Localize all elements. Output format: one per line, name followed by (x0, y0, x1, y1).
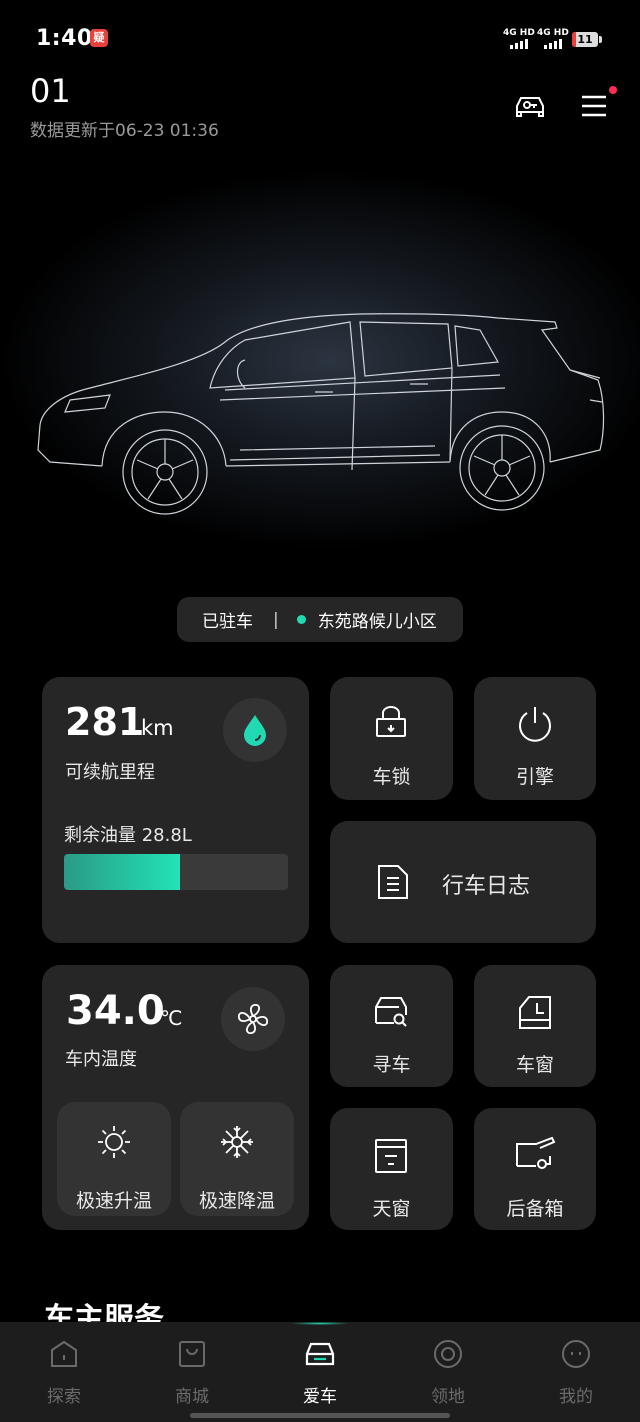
trip-log-button[interactable]: 行车日志 (330, 821, 596, 943)
trunk-button[interactable]: 后备箱 (474, 1108, 596, 1230)
battery-indicator: 11 (572, 32, 602, 47)
active-indicator (290, 1322, 350, 1325)
fuel-button[interactable] (223, 698, 287, 762)
range-label: 可续航里程 (65, 762, 155, 783)
window-button[interactable]: 车窗 (474, 965, 596, 1087)
profile-icon (562, 1340, 590, 1368)
sunroof-label: 天窗 (372, 1198, 411, 1220)
engine-button[interactable]: 引擎 (474, 677, 596, 800)
cabin-temperature-label: 车内温度 (65, 1049, 137, 1070)
fast-cool-label: 极速降温 (198, 1190, 275, 1212)
parking-status: 已驻车 (202, 612, 253, 632)
update-timestamp: 数据更新于06-23 01:36 (30, 121, 219, 141)
sun-icon (98, 1126, 130, 1158)
trunk-icon (516, 1136, 556, 1169)
nav-label-shop: 商城 (175, 1387, 209, 1407)
nav-item-profile[interactable]: 我的 (512, 1322, 640, 1422)
nav-item-shop[interactable]: 商城 (128, 1322, 256, 1422)
location-dot-icon (296, 615, 306, 624)
find-car-button[interactable]: 寻车 (330, 965, 453, 1087)
notification-dot (609, 86, 617, 94)
home-indicator[interactable] (190, 1413, 450, 1418)
document-icon (378, 865, 408, 899)
nav-label-profile: 我的 (559, 1387, 593, 1407)
network-signal-1: 4G HD (503, 28, 535, 49)
fuel-drop-icon (244, 715, 266, 746)
fuel-remaining-label: 剩余油量 28.8L (64, 825, 192, 846)
parking-location: 东苑路候儿小区 (317, 612, 437, 632)
nav-label-car: 爱车 (303, 1387, 337, 1407)
network-label-1: 4G HD (503, 28, 535, 38)
window-label: 车窗 (515, 1054, 554, 1076)
fuel-progress-fill (64, 854, 181, 890)
nav-item-car[interactable]: 爱车 (256, 1322, 384, 1422)
trunk-label: 后备箱 (506, 1198, 564, 1220)
menu-button[interactable] (574, 86, 614, 126)
bottom-navigation: 探索 商城 爱车 领地 我的 (0, 1322, 640, 1422)
nav-item-explore[interactable]: 探索 (0, 1322, 128, 1422)
nav-item-territory[interactable]: 领地 (384, 1322, 512, 1422)
trip-log-label: 行车日志 (442, 874, 531, 899)
network-label-2: 4G HD (537, 28, 569, 38)
lock-icon (376, 706, 406, 737)
menu-icon (582, 95, 606, 117)
network-signal-2: 4G HD (537, 28, 569, 49)
car-key-icon (516, 97, 544, 117)
sunroof-button[interactable]: 天窗 (330, 1108, 453, 1230)
car-icon (305, 1342, 335, 1366)
app-notification-icon: 疑 (90, 29, 108, 47)
signal-bars-icon (537, 39, 569, 49)
fan-icon (237, 1003, 269, 1035)
temperature-unit: ℃ (160, 1006, 183, 1030)
chip-separator: | (273, 609, 279, 630)
shop-icon (179, 1341, 205, 1367)
car-illustration (37, 313, 605, 515)
nav-label-territory: 领地 (431, 1387, 465, 1407)
fan-button[interactable] (221, 987, 285, 1051)
signal-bars-icon (503, 39, 535, 49)
range-value: 281 (65, 700, 145, 744)
find-car-label: 寻车 (372, 1054, 411, 1076)
fuel-progress-bar (64, 854, 288, 890)
sunroof-icon (375, 1139, 407, 1173)
range-unit: km (141, 716, 174, 740)
battery-level: 11 (577, 33, 593, 46)
window-icon (519, 996, 551, 1029)
explore-icon (51, 1340, 77, 1367)
territory-icon (434, 1340, 462, 1368)
fast-heat-label: 极速升温 (75, 1190, 152, 1212)
snowflake-icon (221, 1126, 253, 1158)
power-icon (519, 707, 551, 742)
parking-status-chip[interactable]: 已驻车 | 东苑路候儿小区 (177, 597, 463, 642)
fast-cool-button[interactable]: 极速降温 (180, 1102, 294, 1216)
lock-button[interactable]: 车锁 (330, 677, 453, 800)
car-name[interactable]: 01 (30, 72, 71, 110)
find-car-icon (375, 997, 407, 1027)
fast-heat-button[interactable]: 极速升温 (57, 1102, 171, 1216)
car-key-button[interactable] (510, 86, 550, 126)
status-time: 1:40 (36, 26, 93, 51)
cabin-temperature-value: 34.0 (66, 988, 165, 1034)
nav-label-explore: 探索 (47, 1387, 81, 1407)
engine-label: 引擎 (515, 766, 554, 788)
lock-label: 车锁 (372, 766, 411, 788)
